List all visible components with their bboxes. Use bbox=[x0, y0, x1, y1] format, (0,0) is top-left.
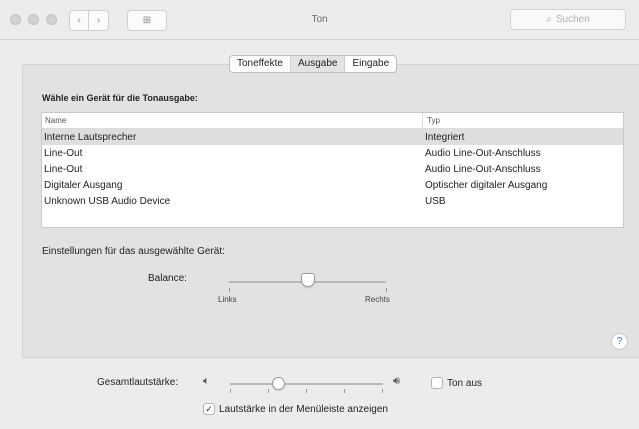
speaker-low-icon: 🔈︎ bbox=[203, 375, 210, 387]
column-header-type[interactable]: Typ bbox=[423, 116, 440, 125]
menubar-volume-checkbox[interactable]: ✓ bbox=[203, 403, 215, 415]
device-type: Optischer digitaler Ausgang bbox=[425, 179, 548, 191]
device-settings-label: Einstellungen für das ausgewählte Gerät: bbox=[42, 246, 225, 257]
mute-label: Ton aus bbox=[447, 378, 483, 389]
menubar-volume-label: Lautstärke in der Menüleiste anzeigen bbox=[219, 404, 388, 415]
device-name: Digitaler Ausgang bbox=[44, 179, 123, 191]
volume-tick bbox=[230, 389, 231, 393]
table-row[interactable]: Unknown USB Audio Device USB bbox=[42, 193, 623, 209]
table-row[interactable]: Line-Out Audio Line-Out-Anschluss bbox=[42, 145, 623, 161]
search-placeholder: Suchen bbox=[555, 14, 590, 25]
device-type: Audio Line-Out-Anschluss bbox=[425, 163, 541, 175]
tab-bar: Toneffekte Ausgabe Eingabe bbox=[229, 55, 398, 73]
speaker-high-icon: 🔊︎ bbox=[393, 375, 400, 387]
help-button[interactable]: ? bbox=[611, 333, 628, 350]
balance-left-label: Links bbox=[218, 295, 237, 304]
volume-tick bbox=[382, 389, 383, 393]
volume-tick bbox=[344, 389, 345, 393]
tab-ausgabe[interactable]: Ausgabe bbox=[290, 56, 346, 72]
volume-label: Gesamtlautstärke: bbox=[97, 377, 179, 388]
device-type: Audio Line-Out-Anschluss bbox=[425, 147, 541, 159]
balance-tick-left bbox=[229, 288, 230, 292]
table-row[interactable]: Line-Out Audio Line-Out-Anschluss bbox=[42, 161, 623, 177]
device-name: Interne Lautsprecher bbox=[44, 131, 137, 143]
volume-tick bbox=[306, 389, 307, 393]
volume-slider-track[interactable] bbox=[230, 383, 383, 385]
balance-right-label: Rechts bbox=[365, 295, 390, 304]
volume-slider-thumb[interactable] bbox=[271, 377, 285, 390]
tab-eingabe[interactable]: Eingabe bbox=[345, 56, 396, 72]
device-name: Line-Out bbox=[44, 163, 83, 175]
device-type: USB bbox=[425, 195, 446, 207]
table-row[interactable]: Interne Lautsprecher Integriert bbox=[42, 129, 623, 145]
output-heading: Wähle ein Gerät für die Tonausgabe: bbox=[42, 93, 198, 103]
table-row[interactable]: Digitaler Ausgang Optischer digitaler Au… bbox=[42, 177, 623, 193]
column-header-name[interactable]: Name bbox=[42, 113, 423, 128]
search-field[interactable]: ⌕ Suchen bbox=[510, 9, 626, 30]
device-type: Integriert bbox=[425, 131, 465, 143]
balance-slider-thumb[interactable] bbox=[300, 273, 315, 287]
device-name: Line-Out bbox=[44, 147, 83, 159]
volume-tick bbox=[268, 389, 269, 393]
table-header: Name Typ bbox=[42, 113, 623, 129]
tab-toneffekte[interactable]: Toneffekte bbox=[230, 56, 291, 72]
device-table: Name Typ Interne Lautsprecher Integriert… bbox=[41, 112, 624, 228]
title-bar: ‹ › ⊞ Ton ⌕ Suchen bbox=[0, 0, 639, 40]
device-name: Unknown USB Audio Device bbox=[44, 195, 171, 207]
balance-label: Balance: bbox=[148, 273, 187, 284]
balance-tick-right bbox=[386, 288, 387, 292]
search-icon: ⌕ bbox=[546, 14, 552, 25]
mute-checkbox[interactable] bbox=[431, 377, 443, 389]
